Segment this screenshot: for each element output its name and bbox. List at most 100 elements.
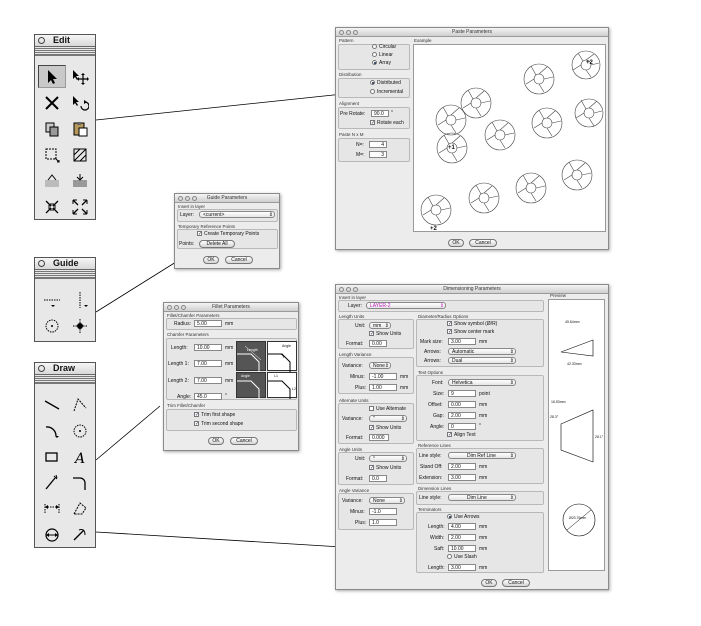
rectangle-tool[interactable] xyxy=(38,445,66,468)
angle-unit-select[interactable]: ° xyxy=(369,455,407,462)
circle-guide-tool[interactable] xyxy=(38,314,66,337)
chamfer-angle-diagram[interactable]: Angle xyxy=(267,341,297,372)
polyline-tool[interactable] xyxy=(66,393,94,416)
paste-titlebar[interactable]: Paste Parameters xyxy=(336,28,608,37)
pointer-tool[interactable] xyxy=(38,65,66,88)
term-length-field[interactable]: 4.00 xyxy=(448,523,476,530)
minus-field[interactable]: -1.00 xyxy=(369,373,397,380)
trim-second-checkbox[interactable]: ✓ Trim second shape xyxy=(194,421,243,427)
incremental-radio[interactable]: Incremental xyxy=(370,89,403,95)
m-field[interactable]: 3 xyxy=(369,151,387,158)
text-angle-field[interactable]: 0 xyxy=(448,423,476,430)
fillet-ok-button[interactable]: OK xyxy=(208,437,224,445)
crop-tool[interactable] xyxy=(38,143,66,166)
slash-length-field[interactable]: 3.00 xyxy=(448,564,476,571)
palette-drag-bar[interactable] xyxy=(35,47,95,56)
extension-field[interactable]: 3.00 xyxy=(448,474,476,481)
show-center-mark-checkbox[interactable]: ✓ Show center mark xyxy=(447,329,494,335)
angle-minus-field[interactable]: -1.0 xyxy=(369,508,397,515)
palette-drag-bar[interactable] xyxy=(35,270,95,279)
circle-tool[interactable] xyxy=(66,419,94,442)
guide-titlebar[interactable]: Guide Parameters xyxy=(175,194,279,203)
arc-tool[interactable] xyxy=(38,419,66,442)
unit-select[interactable]: mm xyxy=(369,322,391,329)
fill-tool[interactable] xyxy=(38,169,66,192)
term-saft-field[interactable]: 10.00 xyxy=(448,545,476,552)
create-temp-points-checkbox[interactable]: ✓ Create Temporary Points xyxy=(197,231,259,237)
dim-ok-button[interactable]: OK xyxy=(481,579,497,587)
plus-field[interactable]: 1.00 xyxy=(369,384,397,391)
guide-cancel-button[interactable]: Cancel xyxy=(225,256,253,264)
angle-show-units-checkbox[interactable]: ✓ Show Units xyxy=(369,465,401,471)
dim-layer-select[interactable]: LAYER-2 xyxy=(366,302,446,309)
shrink-tool[interactable] xyxy=(38,195,66,218)
term-width-field[interactable]: 2.00 xyxy=(448,534,476,541)
dim-titlebar[interactable]: Dimensioning Parameters xyxy=(336,285,608,294)
dim-line-style-select[interactable]: Dim Line xyxy=(448,494,516,501)
dim-cancel-button[interactable]: Cancel xyxy=(502,579,530,587)
angle-plus-field[interactable]: 1.0 xyxy=(369,519,397,526)
freehand-tool[interactable] xyxy=(38,471,66,494)
palette-drag-bar[interactable] xyxy=(35,375,95,384)
polygon-tool[interactable] xyxy=(66,497,94,520)
pattern-tool[interactable] xyxy=(66,143,94,166)
length1-field[interactable]: 7.00 xyxy=(194,360,222,367)
close-icon[interactable] xyxy=(38,37,45,44)
horizontal-guide-tool[interactable] xyxy=(38,288,66,311)
angle-field[interactable]: 45.0 xyxy=(194,393,222,400)
show-units-checkbox[interactable]: ✓ Show Units xyxy=(369,331,401,337)
chamfer-l1-l2-diagram[interactable]: L1 L2 xyxy=(267,372,297,399)
close-icon[interactable] xyxy=(38,365,45,372)
radius-field[interactable]: 5.00 xyxy=(194,320,222,327)
n-field[interactable]: 4 xyxy=(369,141,387,148)
paste-tool[interactable] xyxy=(66,117,94,140)
angle-variance-select[interactable]: None xyxy=(369,497,405,504)
angle-dimension-tool[interactable] xyxy=(38,523,66,546)
stand-off-field[interactable]: 2.00 xyxy=(448,463,476,470)
angle-format-field[interactable]: 0.0 xyxy=(369,475,387,482)
distributed-radio[interactable]: Distributed xyxy=(370,80,401,86)
rotate-tool[interactable] xyxy=(66,91,94,114)
pattern-array-radio[interactable]: Array xyxy=(372,60,391,66)
copy-tool[interactable] xyxy=(38,117,66,140)
use-slash-radio[interactable]: Use Slash xyxy=(447,554,477,560)
text-tool[interactable]: A xyxy=(66,445,94,468)
curve-tool[interactable] xyxy=(66,523,94,546)
delete-all-button[interactable]: Delete All xyxy=(199,240,235,248)
arrows-select-2[interactable]: Dual xyxy=(448,357,516,364)
dimension-tool[interactable] xyxy=(38,497,66,520)
show-symbol-checkbox[interactable]: ✓ Show symbol (Ø/R) xyxy=(447,321,497,327)
delete-tool[interactable] xyxy=(38,91,66,114)
trim-first-checkbox[interactable]: ✓ Trim first shape xyxy=(194,412,235,418)
fillet-titlebar[interactable]: Fillet Parameters xyxy=(164,303,298,312)
use-alternate-checkbox[interactable]: Use Alternate xyxy=(369,406,406,412)
align-text-checkbox[interactable]: ✓ Align Text xyxy=(447,432,476,438)
fillet-cancel-button[interactable]: Cancel xyxy=(230,437,258,445)
paste-ok-button[interactable]: OK xyxy=(448,239,464,247)
prerotate-field[interactable]: 90.0 xyxy=(371,110,389,117)
paste-cancel-button[interactable]: Cancel xyxy=(469,239,497,247)
offset-field[interactable]: 0.00 xyxy=(448,401,476,408)
expand-tool[interactable] xyxy=(66,195,94,218)
alt-format-field[interactable]: 0.000 xyxy=(369,434,389,441)
alt-unit-select[interactable]: " xyxy=(369,415,407,422)
use-arrows-radio[interactable]: Use Arrows xyxy=(447,514,480,520)
vertical-guide-tool[interactable] xyxy=(66,288,94,311)
length-field[interactable]: 10.00 xyxy=(194,344,222,351)
arrows-select-1[interactable]: Automatic xyxy=(448,348,516,355)
fillet-tool[interactable] xyxy=(66,471,94,494)
ref-line-style-select[interactable]: Dim Ref Line xyxy=(448,452,516,459)
gap-field[interactable]: 2.00 xyxy=(448,412,476,419)
pattern-circular-radio[interactable]: Circular xyxy=(372,44,396,50)
length2-field[interactable]: 7.00 xyxy=(194,377,222,384)
font-select[interactable]: Helvetica xyxy=(448,379,516,386)
size-field[interactable]: 9 xyxy=(448,390,476,397)
alt-show-units-checkbox[interactable]: ✓ Show Units xyxy=(369,425,401,431)
line-tool[interactable] xyxy=(38,393,66,416)
variance-select[interactable]: None xyxy=(369,362,391,369)
hatch-tool[interactable] xyxy=(66,169,94,192)
rotate-each-checkbox[interactable]: ✓ Rotate each xyxy=(370,120,404,126)
chamfer-length-diagram[interactable]: Length xyxy=(236,341,266,372)
move-tool[interactable] xyxy=(66,65,94,88)
mark-size-field[interactable]: 3.00 xyxy=(448,338,476,345)
